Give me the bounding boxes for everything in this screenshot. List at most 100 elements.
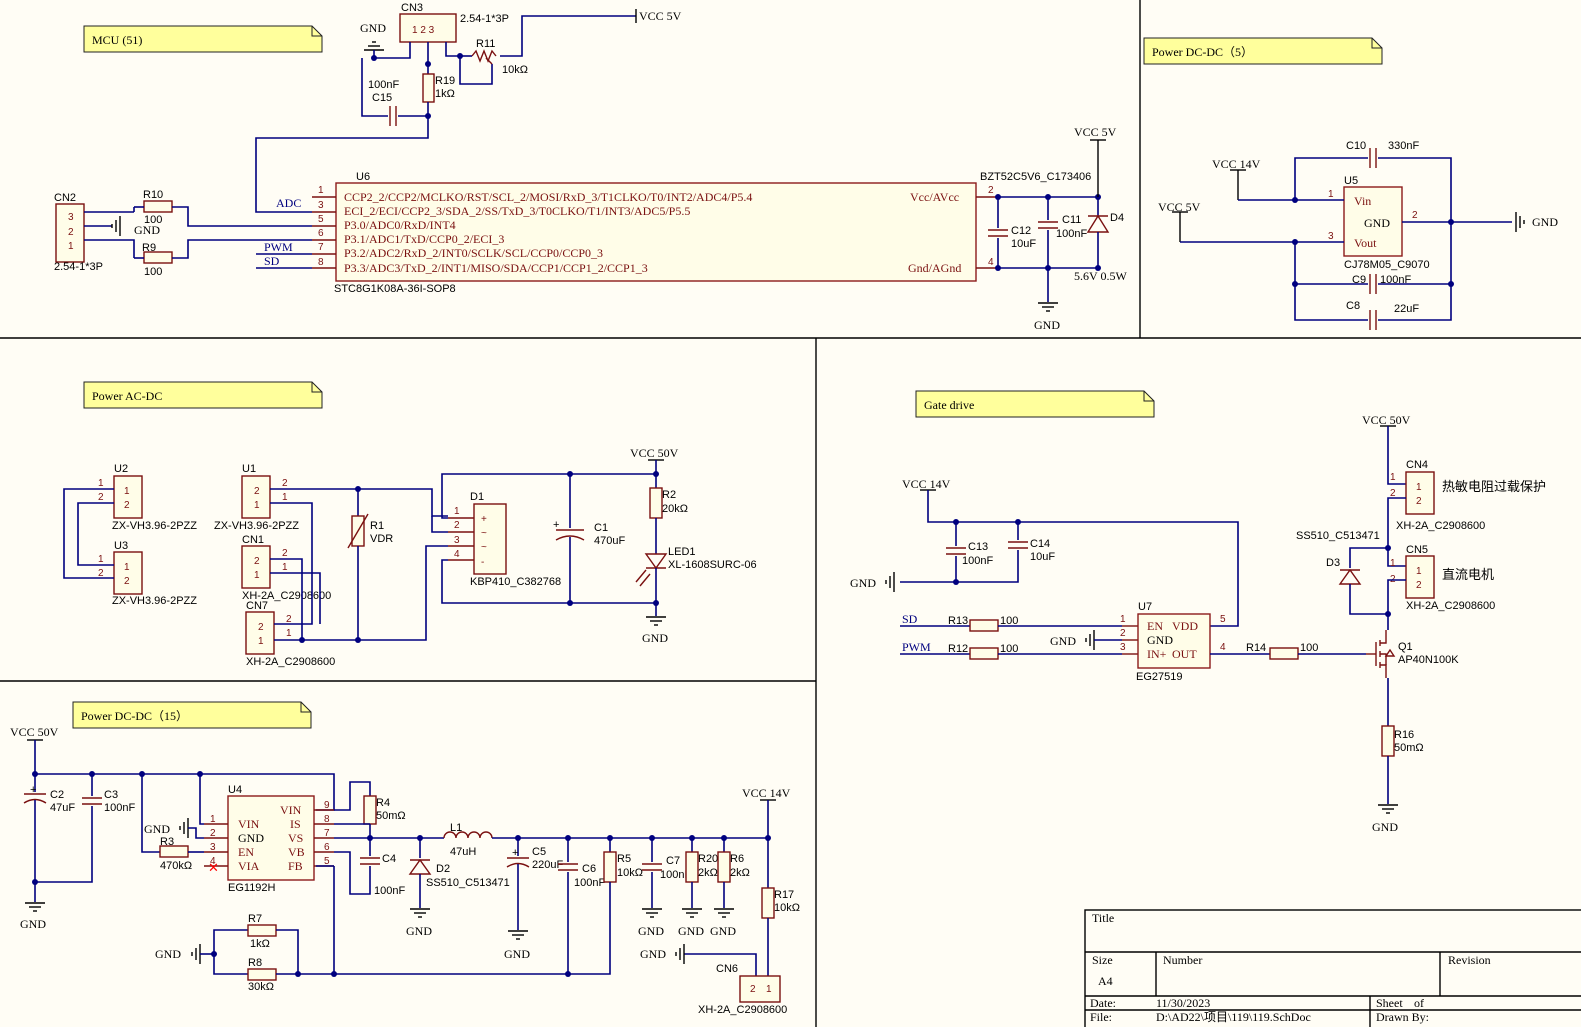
- c13-label: C13: [968, 541, 988, 553]
- vcc50v-dc15-label: VCC 50V: [10, 725, 59, 739]
- cn1-label: CN1: [242, 534, 264, 546]
- title-block-revision: Revision: [1448, 953, 1491, 967]
- c2-value: 47uF: [50, 802, 75, 814]
- gnd-dc5-symbol: [1515, 211, 1525, 233]
- gnd-cn3-label: GND: [360, 21, 386, 35]
- svg-text:1: 1: [98, 554, 104, 565]
- svg-text:6: 6: [318, 228, 324, 239]
- cn6-part: XH-2A_C2908600: [698, 1004, 787, 1016]
- u7-en: EN: [1147, 619, 1163, 633]
- r2-value: 20kΩ: [662, 503, 688, 515]
- gnd-q1-label: GND: [1372, 820, 1398, 834]
- c11-value: 100nF: [1056, 228, 1087, 240]
- c3-label: C3: [104, 789, 118, 801]
- svg-text:+: +: [481, 514, 487, 525]
- gnd-u4-label: GND: [144, 822, 170, 836]
- title-block-file: File:: [1090, 1010, 1112, 1024]
- u6-pin-1: CCP2_2/CCP2/MCLKO/RST/SCL_2/MOSI/RxD_3/T…: [344, 190, 752, 204]
- r16-value: 50mΩ: [1394, 742, 1424, 754]
- svg-text:5: 5: [318, 214, 324, 225]
- u6-part: STC8G1K08A-36I-SOP8: [334, 283, 456, 295]
- title-block-drawn: Drawn By:: [1376, 1010, 1429, 1024]
- svg-text:1: 1: [98, 478, 104, 489]
- gnd-d2-label: GND: [406, 924, 432, 938]
- note-mcu: MCU (51): [83, 25, 323, 53]
- d1-part: KBP410_C382768: [470, 576, 561, 588]
- note-dcdc5-text: Power DC-DC（5）: [1152, 45, 1253, 59]
- cn2-label: CN2: [54, 192, 76, 204]
- gnd-r6-label: GND: [710, 924, 736, 938]
- c5-label: C5: [532, 846, 546, 858]
- led1-part: XL-1608SURC-06: [668, 559, 757, 571]
- d4-value: 5.6V 0.5W: [1074, 269, 1127, 283]
- cn4-note: 热敏电阻过载保护: [1442, 480, 1546, 495]
- svg-text:2: 2: [1416, 496, 1422, 507]
- r9-value: 100: [144, 266, 162, 278]
- l1-label: L1: [450, 822, 462, 834]
- u6-gnd-pin: Gnd/AGnd: [908, 261, 961, 275]
- svg-text:~: ~: [481, 542, 487, 553]
- r8-value: 30kΩ: [248, 981, 274, 993]
- svg-text:4: 4: [454, 549, 460, 560]
- u7-vdd: VDD: [1172, 619, 1198, 633]
- r4-label: R4: [376, 797, 390, 809]
- acdc-section: U2 ZX-VH3.96-2PZZ 1 2 U3 ZX-VH3.96-2PZZ 1…: [63, 446, 757, 668]
- c6-label: C6: [582, 863, 596, 875]
- r17-label: R17: [774, 889, 794, 901]
- u5-vout: Vout: [1354, 236, 1377, 250]
- r7-label: R7: [248, 913, 262, 925]
- svg-text:+: +: [30, 784, 36, 796]
- r19-label: R19: [435, 75, 455, 87]
- svg-text:+: +: [512, 847, 518, 859]
- r2-resistor: [649, 487, 663, 519]
- svg-text:3: 3: [1328, 231, 1334, 242]
- title-block-sheet: Sheet: [1376, 996, 1403, 1010]
- r17-resistor: [761, 887, 775, 919]
- gnd-d2-symbol: [409, 908, 431, 918]
- c10-label: C10: [1346, 140, 1366, 152]
- r3-label: R3: [160, 836, 174, 848]
- d2-diode: [408, 858, 432, 875]
- u3-part: ZX-VH3.96-2PZZ: [112, 595, 197, 607]
- svg-text:1: 1: [286, 628, 292, 639]
- svg-text:1: 1: [258, 636, 264, 647]
- u7-gnd: GND: [1147, 633, 1173, 647]
- c9-value: 100nF: [1380, 274, 1411, 286]
- q1-label: Q1: [1398, 641, 1413, 653]
- svg-text:1: 1: [254, 570, 260, 581]
- cn3-label: CN3: [401, 2, 423, 14]
- gnd-c5-symbol: [507, 930, 529, 940]
- r4-value: 50mΩ: [376, 810, 406, 822]
- svg-text:~: ~: [481, 528, 487, 539]
- u6-label: U6: [356, 171, 370, 183]
- r19-value: 1kΩ: [435, 88, 455, 100]
- gnd-gate-label: GND: [850, 576, 876, 590]
- u2-connector: [113, 475, 143, 519]
- r12-resistor: [969, 647, 999, 660]
- cn7-label: CN7: [246, 600, 268, 612]
- r10-value: 100: [144, 214, 162, 226]
- gnd-cn6-symbol: [675, 943, 685, 965]
- r13-label: R13: [948, 615, 968, 627]
- u6-pin-6: P3.1/ADC1/TxD/CCP0_2/ECI_3: [344, 232, 504, 246]
- u6-pin-5: P3.0/ADC0/RxD/INT4: [344, 218, 456, 232]
- r13-resistor: [969, 619, 999, 632]
- led1-led: [644, 553, 668, 570]
- u1-part: ZX-VH3.96-2PZZ: [214, 520, 299, 532]
- svg-text:3: 3: [454, 535, 460, 546]
- svg-text:2: 2: [282, 548, 288, 559]
- d1-bridge-rectifier: [473, 503, 507, 575]
- c2-label: C2: [50, 789, 64, 801]
- gnd-mcu-symbol: [1037, 302, 1059, 312]
- vcc5v-mcu-label: VCC 5V: [1074, 125, 1117, 139]
- d4-label: D4: [1110, 212, 1124, 224]
- led1-label: LED1: [668, 546, 696, 558]
- r10-label: R10: [143, 189, 163, 201]
- cn5-note: 直流电机: [1442, 568, 1494, 583]
- svg-text:1: 1: [1416, 566, 1422, 577]
- u6-pin-8: P3.3/ADC3/TxD_2/INT1/MISO/SDA/CCP1/CCP1_…: [344, 261, 648, 275]
- title-block-file-value: D:\AD22\项目\119\119.SchDoc: [1156, 1010, 1311, 1024]
- svg-text:1: 1: [1390, 472, 1396, 483]
- c7-label: C7: [666, 855, 680, 867]
- d1-label: D1: [470, 491, 484, 503]
